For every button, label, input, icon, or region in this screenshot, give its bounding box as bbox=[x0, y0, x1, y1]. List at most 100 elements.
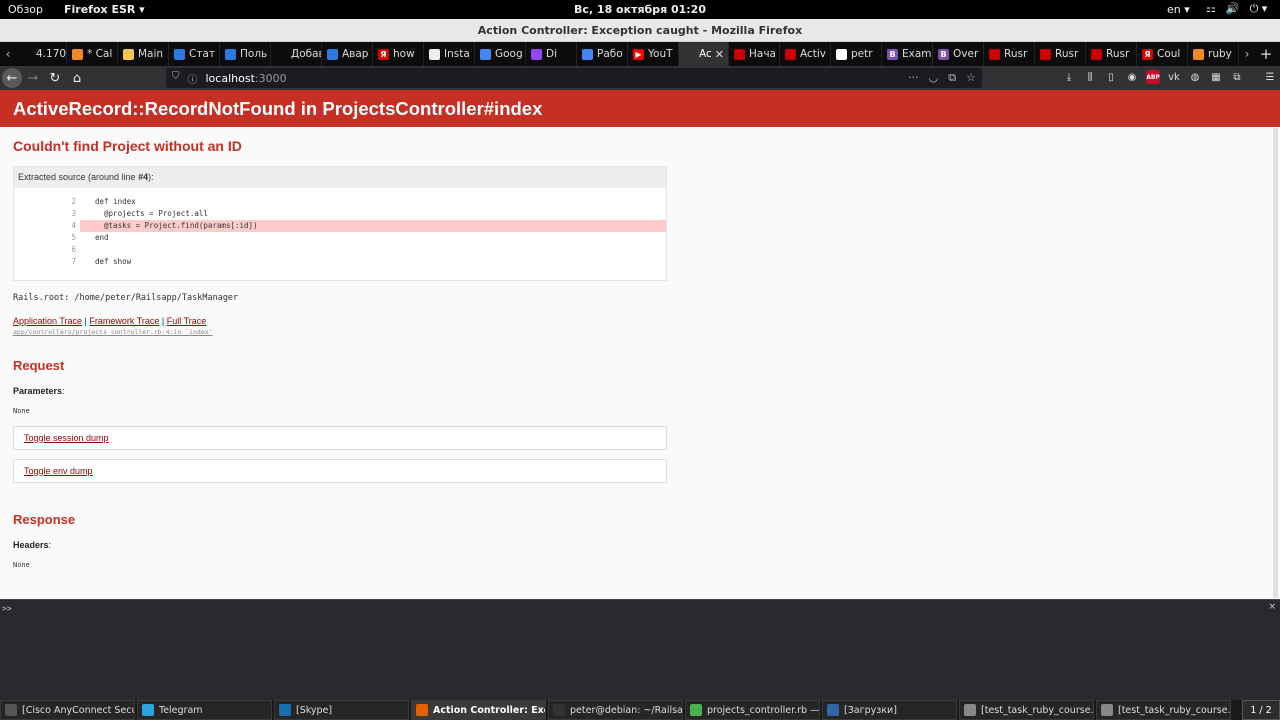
console-close-icon[interactable]: × bbox=[1268, 602, 1276, 612]
browser-tab[interactable]: 4.170.1 bbox=[16, 42, 67, 66]
extension-grid-icon[interactable]: ▦ bbox=[1209, 70, 1223, 84]
browser-tab[interactable]: Insta bbox=[424, 42, 475, 66]
browser-tab[interactable]: Main bbox=[118, 42, 169, 66]
keyboard-layout-indicator[interactable]: en ▾ bbox=[1167, 3, 1190, 16]
taskbar-item[interactable]: peter@debian: ~/Railsap... bbox=[548, 700, 683, 720]
taskbar-item-label: peter@debian: ~/Railsap... bbox=[570, 704, 682, 716]
console-prompt[interactable]: >> bbox=[2, 604, 12, 613]
browser-tab[interactable]: Rusr bbox=[984, 42, 1035, 66]
taskbar-item[interactable]: [Cisco AnyConnect Secu... bbox=[0, 700, 135, 720]
browser-tab[interactable]: Di bbox=[526, 42, 577, 66]
tracking-shield-icon[interactable]: ⛉ bbox=[172, 71, 180, 86]
account-icon[interactable]: ◉ bbox=[1125, 70, 1139, 84]
taskbar-item[interactable]: [Skype] bbox=[274, 700, 409, 720]
browser-tab[interactable]: Добави bbox=[271, 42, 322, 66]
tab-scroll-left-icon[interactable]: ‹ bbox=[0, 42, 16, 66]
scrollbar-thumb[interactable] bbox=[1273, 128, 1278, 598]
tab-favicon-icon bbox=[225, 48, 236, 60]
trace-path-link[interactable]: app/controllers/projects_controller.rb:4… bbox=[13, 328, 1280, 336]
url-text[interactable]: localhost:3000 bbox=[198, 72, 287, 85]
browser-tab[interactable]: Я Coul bbox=[1137, 42, 1188, 66]
browser-tab[interactable]: ▶ YouT bbox=[628, 42, 679, 66]
browser-tab[interactable]: Нача bbox=[729, 42, 780, 66]
downloads-icon[interactable]: ⤓ bbox=[1062, 70, 1076, 84]
source-line: 7 def show bbox=[14, 256, 666, 268]
translate-icon[interactable]: ⧉ bbox=[948, 71, 956, 85]
system-tray[interactable]: ⚏ 🔊 ⏻ ▾ bbox=[1206, 2, 1267, 16]
browser-tab[interactable]: Rusr bbox=[1086, 42, 1137, 66]
library-icon[interactable]: ⫼ bbox=[1083, 70, 1097, 84]
taskbar-item[interactable]: projects_controller.rb —... bbox=[685, 700, 820, 720]
browser-tab[interactable]: Стат bbox=[169, 42, 220, 66]
tab-favicon-icon bbox=[327, 48, 338, 60]
taskbar-app-icon bbox=[827, 704, 839, 716]
framework-trace-link[interactable]: Framework Trace bbox=[89, 316, 159, 326]
clock[interactable]: Вс, 18 октября 01:20 bbox=[0, 3, 1280, 16]
application-trace-link[interactable]: Application Trace bbox=[13, 316, 82, 326]
browser-tab[interactable]: Рабо bbox=[577, 42, 628, 66]
tab-favicon-icon: B bbox=[887, 48, 898, 60]
browser-tab[interactable]: B Exam bbox=[882, 42, 933, 66]
site-info-icon[interactable]: ⓘ bbox=[188, 71, 198, 86]
browser-tab[interactable]: Activ bbox=[780, 42, 831, 66]
full-trace-link[interactable]: Full Trace bbox=[167, 316, 207, 326]
browser-tab[interactable]: Actio ✕ bbox=[679, 42, 729, 66]
translate-extension-icon[interactable]: ⧉ bbox=[1230, 70, 1244, 84]
tab-label: YouT bbox=[648, 48, 673, 60]
workspace-pager[interactable]: 1 / 2 bbox=[1242, 700, 1280, 720]
pocket-icon[interactable]: ◡ bbox=[929, 71, 939, 85]
source-line: 5 end bbox=[14, 232, 666, 244]
taskbar-item[interactable]: [test_task_ruby_course... bbox=[1096, 700, 1231, 720]
hamburger-menu-icon[interactable]: ☰ bbox=[1263, 70, 1277, 84]
taskbar-item[interactable]: Action Controller: Excep... bbox=[411, 700, 546, 720]
taskbar-app-icon bbox=[5, 704, 17, 716]
bookmark-star-icon[interactable]: ☆ bbox=[966, 71, 976, 85]
taskbar-item[interactable]: [test_task_ruby_course... bbox=[959, 700, 1094, 720]
parameters-label: Parameters: bbox=[13, 386, 65, 396]
tab-scroll-right-icon[interactable]: › bbox=[1239, 42, 1255, 66]
taskbar-item[interactable]: Telegram bbox=[137, 700, 272, 720]
web-console-pane[interactable]: >> × bbox=[0, 599, 1280, 700]
forward-arrow-icon[interactable]: → bbox=[22, 67, 44, 89]
tab-favicon-icon bbox=[1040, 48, 1051, 60]
globe-icon[interactable]: ◍ bbox=[1188, 70, 1202, 84]
page-scrollbar[interactable] bbox=[1271, 128, 1280, 598]
taskbar-app-icon bbox=[1101, 704, 1113, 716]
rails-root: Rails.root: /home/peter/Railsapp/TaskMan… bbox=[13, 293, 239, 303]
line-number: 6 bbox=[71, 245, 76, 254]
tab-close-icon[interactable]: ✕ bbox=[715, 48, 724, 61]
tab-label: Insta bbox=[444, 48, 470, 60]
browser-tab[interactable]: Поль bbox=[220, 42, 271, 66]
new-tab-icon[interactable]: + bbox=[1255, 42, 1277, 66]
browser-tab[interactable]: Авар bbox=[322, 42, 373, 66]
tab-label: Actio bbox=[699, 48, 711, 60]
browser-tab[interactable]: B Over bbox=[933, 42, 984, 66]
adblock-icon[interactable]: ABP bbox=[1146, 70, 1160, 84]
taskbar-item[interactable]: [Загрузки] bbox=[822, 700, 957, 720]
taskbar-app-icon bbox=[416, 704, 428, 716]
vk-icon[interactable]: vk bbox=[1167, 70, 1181, 84]
browser-tab[interactable]: ruby bbox=[1188, 42, 1239, 66]
sidebar-icon[interactable]: ▯ bbox=[1104, 70, 1118, 84]
tab-label: Поль bbox=[240, 48, 268, 60]
taskbar-item-label: [Загрузки] bbox=[844, 704, 897, 716]
page-actions-icon[interactable]: ··· bbox=[908, 71, 919, 85]
power-icon: ⏻ ▾ bbox=[1249, 2, 1268, 15]
tab-favicon-icon bbox=[480, 48, 491, 60]
browser-tab[interactable]: Goog bbox=[475, 42, 526, 66]
tab-favicon-icon bbox=[684, 48, 695, 60]
toggle-session-dump-link[interactable]: Toggle session dump bbox=[24, 433, 109, 443]
browser-tab[interactable]: * Cal bbox=[67, 42, 118, 66]
parameters-value: None bbox=[13, 407, 30, 415]
home-icon[interactable]: ⌂ bbox=[66, 67, 88, 89]
toolbar-extensions: ⤓ ⫼ ▯ ◉ ABP vk ◍ ▦ ⧉ ☰ bbox=[1062, 70, 1277, 84]
tab-favicon-icon: ▶ bbox=[633, 48, 644, 60]
reload-icon[interactable]: ↻ bbox=[44, 67, 66, 89]
browser-tab[interactable]: petr bbox=[831, 42, 882, 66]
taskbar-item-label: Action Controller: Excep... bbox=[433, 704, 545, 716]
browser-tab[interactable]: Яhow bbox=[373, 42, 424, 66]
back-arrow-icon[interactable]: ← bbox=[2, 68, 22, 88]
toggle-env-dump-link[interactable]: Toggle env dump bbox=[24, 466, 93, 476]
browser-tab[interactable]: Rusr bbox=[1035, 42, 1086, 66]
url-bar[interactable]: ⛉ ⓘ localhost:3000 ··· ◡ ⧉ ☆ bbox=[166, 68, 982, 88]
